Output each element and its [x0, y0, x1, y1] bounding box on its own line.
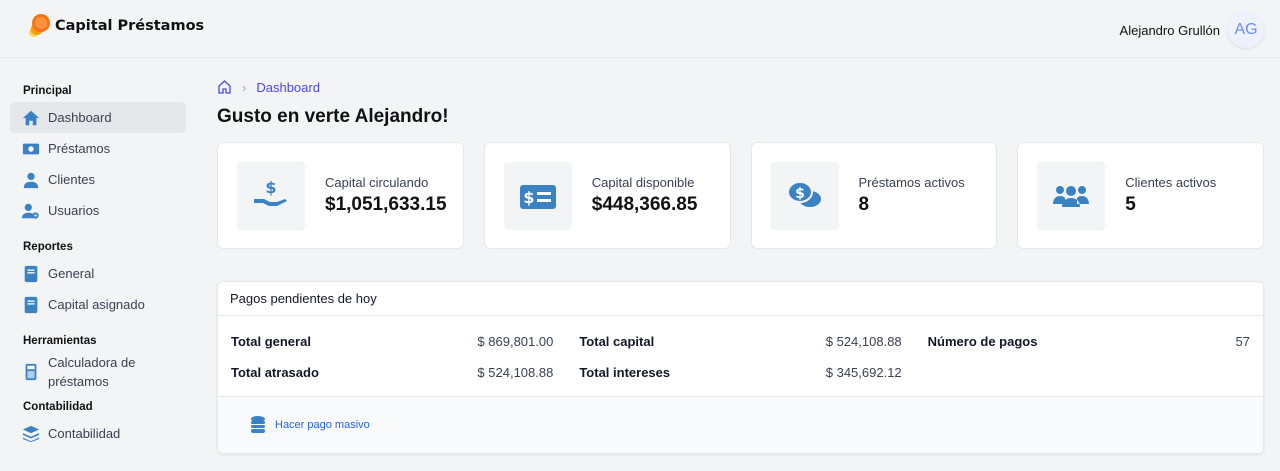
breadcrumb-current[interactable]: Dashboard [256, 80, 320, 95]
sidebar-item-label: Dashboard [48, 110, 112, 125]
comments-dollar-icon: $ [786, 180, 823, 209]
sidebar-item-dashboard[interactable]: Dashboard [10, 102, 186, 133]
summary-value: $ 524,108.88 [825, 334, 902, 349]
bulk-payment-link[interactable]: Hacer pago masivo [275, 419, 370, 431]
sidebar-item-label: General [48, 266, 95, 281]
user-menu[interactable]: Alejandro Grullón AG [1120, 12, 1264, 48]
page-title: Gusto en verte Alejandro! [217, 106, 449, 127]
top-header: Capital Préstamos Alejandro Grullón AG [0, 0, 1280, 58]
summary-label: Número de pagos [927, 334, 1038, 349]
user-name: Alejandro Grullón [1119, 22, 1220, 38]
sidebar: Principal Dashboard Préstamos Clientes U… [10, 80, 186, 449]
layers-icon [22, 425, 40, 442]
svg-text:$: $ [523, 188, 534, 207]
sidebar-item-contabilidad[interactable]: Contabilidad [10, 418, 186, 449]
stats-cards: $ Capital circulando $1,051,633.15 $ Capi… [217, 142, 1264, 249]
sidebar-item-usuarios[interactable]: Usuarios [10, 195, 186, 226]
hand-dollar-icon: $ [254, 178, 287, 206]
panel-footer: Hacer pago masivo [218, 396, 1263, 453]
stat-label: Capital circulando [325, 175, 429, 190]
stat-card-capital-circulando: $ Capital circulando $1,051,633.15 [217, 142, 464, 249]
money-bill-icon [22, 143, 40, 154]
sidebar-item-label: Clientes [48, 172, 95, 187]
summary-total-intereses: Total intereses $ 345,692.12 [566, 357, 914, 388]
svg-text:$: $ [795, 186, 805, 202]
coin-logo-icon [29, 14, 50, 37]
stat-label: Clientes activos [1125, 175, 1217, 190]
section-reportes: Reportes [23, 241, 73, 253]
summary-label: Total atrasado [231, 365, 319, 380]
chevron-right-icon: › [242, 79, 247, 95]
sidebar-item-clientes[interactable]: Clientes [10, 164, 186, 195]
stat-value: 5 [1125, 194, 1136, 215]
payments-summary: Total general $ 869,801.00 Total capital $… [218, 316, 1263, 396]
stat-value: $448,366.85 [591, 194, 698, 215]
stat-label: Capital disponible [591, 175, 695, 190]
stat-card-prestamos-activos: $ Préstamos activos 8 [750, 142, 998, 249]
users-icon [1053, 185, 1090, 207]
stat-value: 8 [858, 194, 870, 215]
money-check-icon: $ [519, 184, 556, 209]
stat-card-capital-disponible: $ Capital disponible $448,366.85 [483, 142, 731, 249]
section-principal: Principal [23, 85, 72, 97]
book-icon [24, 296, 38, 313]
svg-text:$: $ [265, 178, 276, 197]
summary-label: Total intereses [579, 365, 671, 380]
panel-title: Pagos pendientes de hoy [218, 282, 1263, 316]
avatar[interactable]: AG [1228, 12, 1264, 48]
sidebar-item-capital-asignado[interactable]: Capital asignado [10, 289, 186, 320]
summary-total-atrasado: Total atrasado $ 524,108.88 [218, 357, 566, 388]
book-icon [24, 265, 38, 282]
section-contabilidad: Contabilidad [23, 401, 93, 413]
summary-total-general: Total general $ 869,801.00 [218, 326, 566, 357]
summary-label: Total capital [579, 334, 655, 349]
sidebar-item-label: Préstamos [48, 141, 111, 156]
sidebar-item-general[interactable]: General [10, 258, 186, 289]
app-logo[interactable]: Capital Préstamos [27, 13, 204, 39]
summary-value: 57 [1235, 334, 1250, 349]
sidebar-item-label: Usuarios [48, 203, 100, 218]
summary-value: $ 524,108.88 [477, 365, 554, 380]
stat-value: $1,051,633.15 [325, 194, 447, 215]
user-gear-icon [22, 203, 39, 219]
user-icon [23, 172, 39, 188]
summary-total-capital: Total capital $ 524,108.88 [566, 326, 914, 357]
summary-numero-pagos: Número de pagos 57 [915, 326, 1263, 357]
home-icon[interactable] [217, 80, 232, 94]
main-content: › Dashboard Gusto en verte Alejandro! $ … [217, 78, 1264, 454]
summary-value: $ 345,692.12 [825, 365, 902, 380]
stat-label: Préstamos activos [858, 175, 965, 190]
sidebar-item-label: Contabilidad [48, 426, 121, 441]
sidebar-item-prestamos[interactable]: Préstamos [10, 133, 186, 164]
sidebar-item-calculadora[interactable]: Calculadora de préstamos [10, 352, 186, 392]
app-name: Capital Préstamos [55, 18, 205, 34]
pending-payments-panel: Pagos pendientes de hoy Total general $ 8… [217, 281, 1264, 454]
breadcrumb: › Dashboard [217, 78, 1264, 96]
section-herramientas: Herramientas [23, 335, 97, 347]
sidebar-item-label: Capital asignado [48, 297, 145, 312]
sidebar-item-label: Calculadora de préstamos [48, 355, 136, 389]
calculator-icon [25, 363, 37, 381]
stat-card-clientes-activos: Clientes activos 5 [1017, 142, 1264, 249]
coins-icon [251, 416, 265, 433]
home-icon [22, 110, 40, 125]
summary-value: $ 869,801.00 [477, 334, 554, 349]
summary-label: Total general [231, 334, 311, 349]
